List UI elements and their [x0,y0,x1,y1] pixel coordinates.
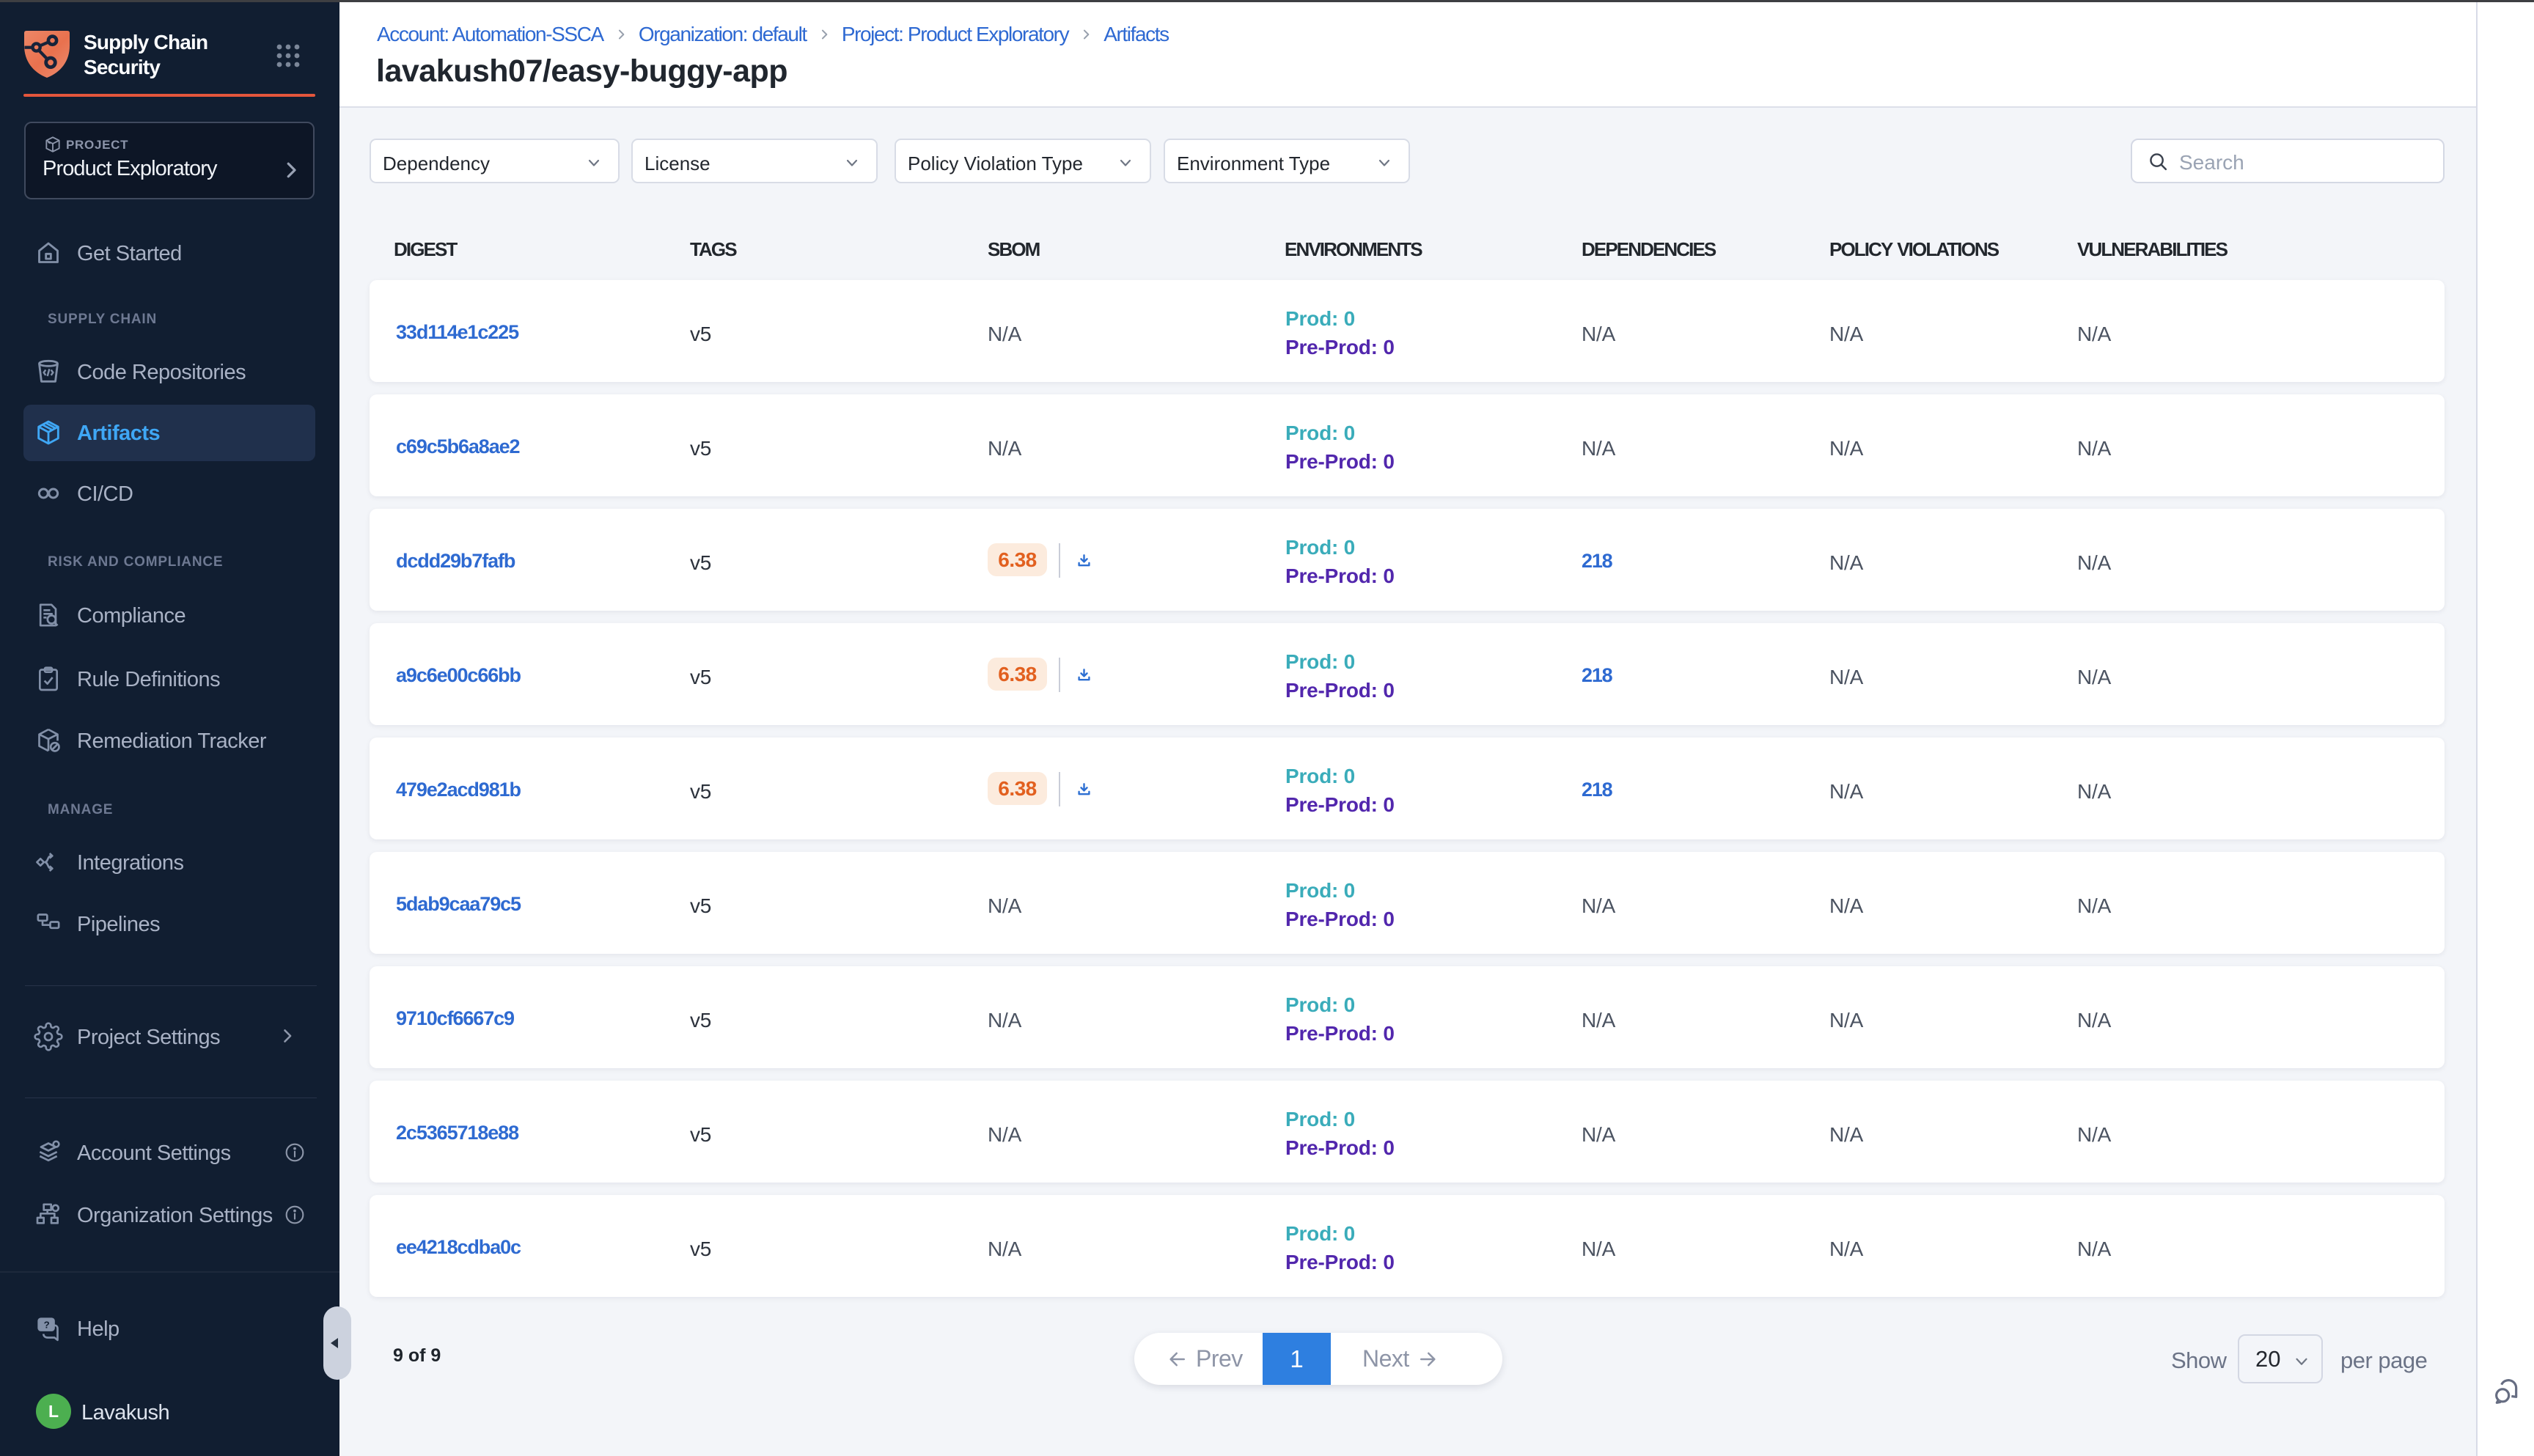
svg-text:?: ? [44,1320,50,1331]
